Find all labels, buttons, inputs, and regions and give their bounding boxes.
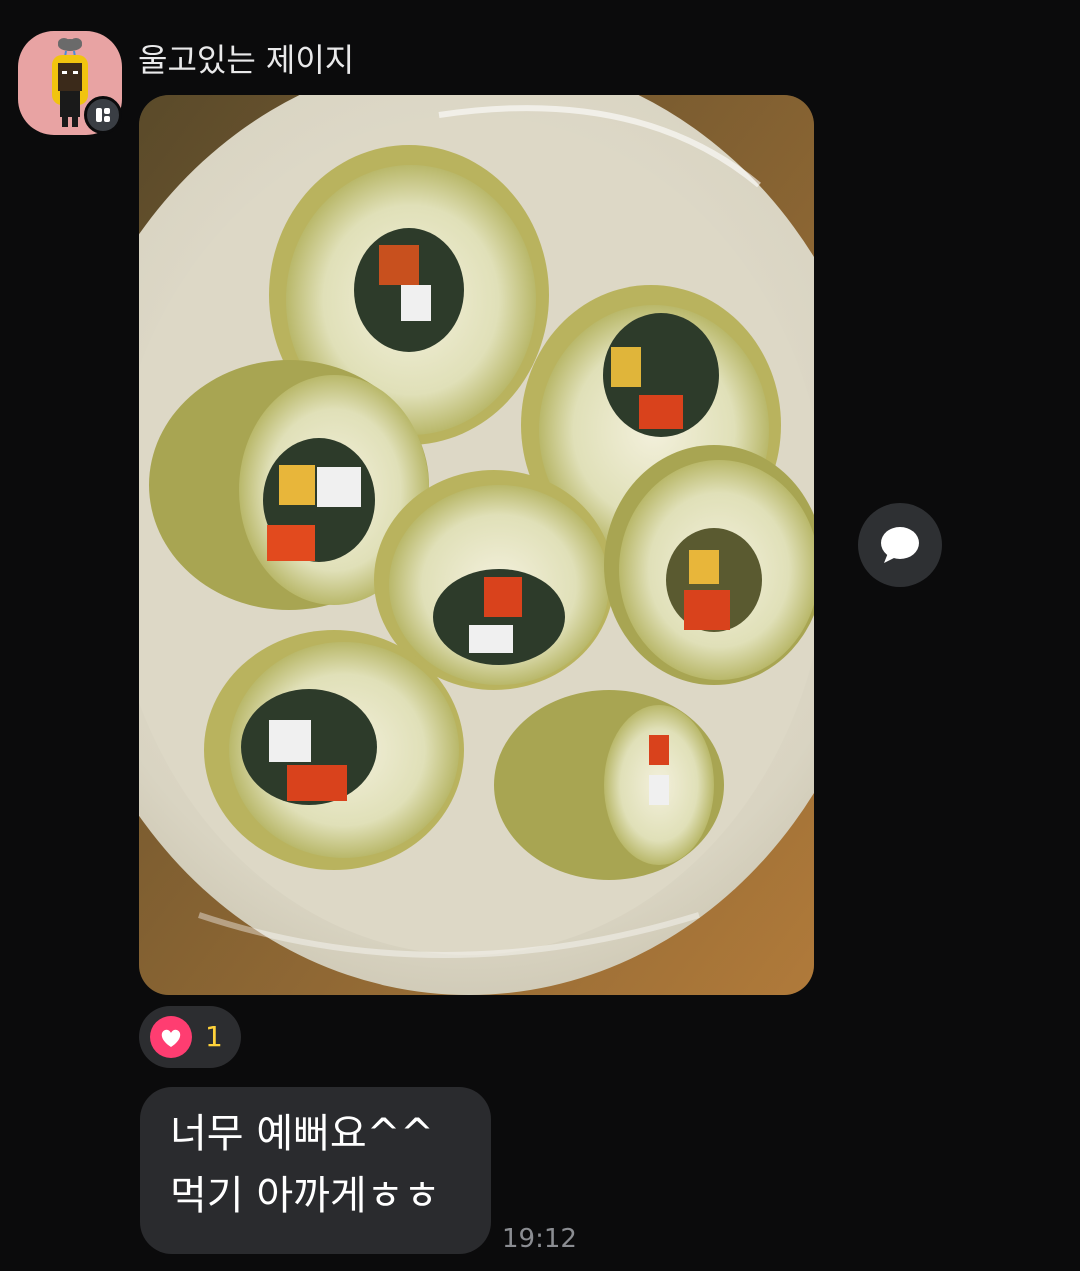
message-timestamp: 19:12 xyxy=(502,1224,577,1254)
speech-bubble-icon xyxy=(881,527,919,563)
sender-name: 울고있는 제이지 xyxy=(138,41,355,79)
photo-cucumber-kimchi-rolls xyxy=(139,95,814,995)
message-photo[interactable] xyxy=(139,95,814,995)
profile-badge xyxy=(84,96,122,134)
comment-button[interactable] xyxy=(858,503,942,587)
reaction-pill[interactable]: 1 xyxy=(139,1006,241,1068)
heart-icon xyxy=(150,1016,192,1058)
app-grid-icon xyxy=(96,108,110,122)
message-bubble[interactable]: 너무 예뻐요^^ 먹기 아까게ㅎㅎ xyxy=(140,1087,491,1254)
message-text-line: 먹기 아까게ㅎㅎ xyxy=(170,1173,441,1219)
message-text-line: 너무 예뻐요^^ xyxy=(170,1111,434,1157)
reaction-count: 1 xyxy=(205,1020,223,1053)
